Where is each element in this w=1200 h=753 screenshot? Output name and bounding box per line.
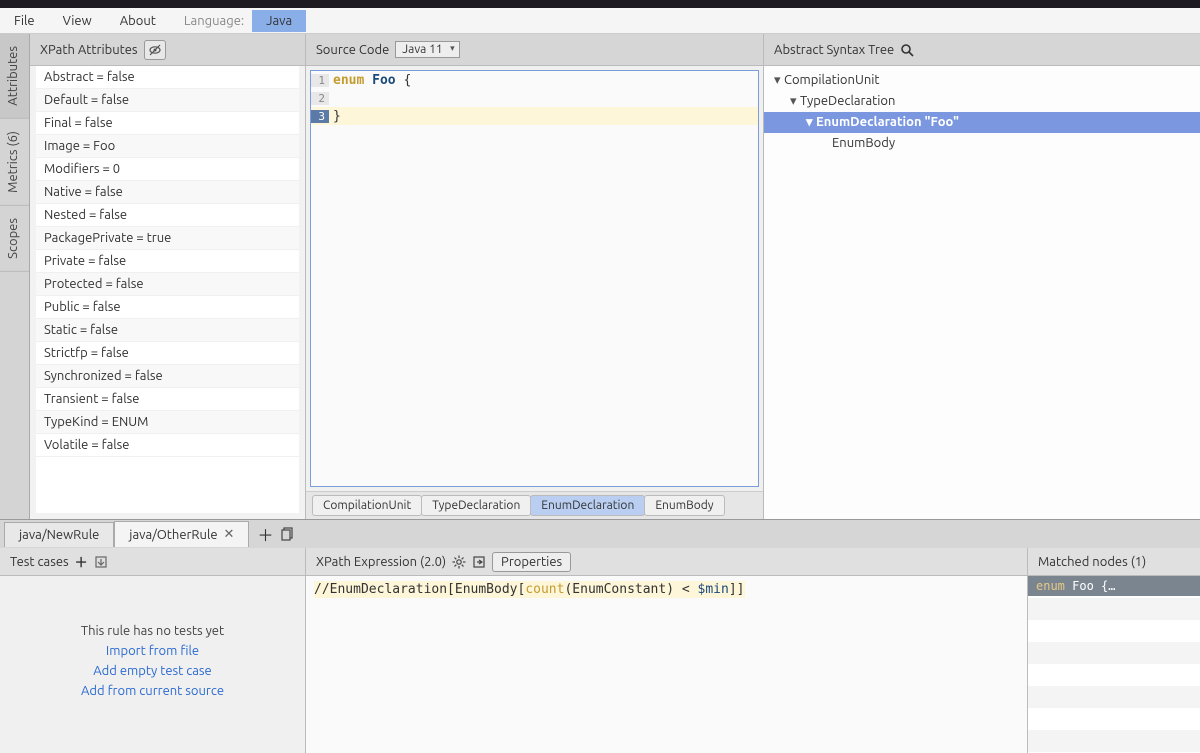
attr-row[interactable]: Nested = false xyxy=(36,204,299,227)
gear-icon[interactable] xyxy=(452,555,466,569)
vtab-metrics[interactable]: Metrics (6) xyxy=(0,119,29,206)
attr-row[interactable]: Image = Foo xyxy=(36,135,299,158)
breadcrumb: CompilationUnit TypeDeclaration EnumDecl… xyxy=(306,491,763,519)
rule-tab[interactable]: java/OtherRule ✕ xyxy=(114,521,249,547)
attr-row[interactable]: Protected = false xyxy=(36,273,299,296)
attr-row[interactable]: Default = false xyxy=(36,89,299,112)
language-selector[interactable]: Java xyxy=(252,10,306,32)
line-number: 2 xyxy=(311,92,329,105)
attr-row[interactable]: Transient = false xyxy=(36,388,299,411)
export-tests-icon[interactable] xyxy=(94,555,108,569)
rule-tabs: java/NewRule java/OtherRule ✕ ＋ xyxy=(0,520,1200,548)
breadcrumb-item[interactable]: TypeDeclaration xyxy=(421,495,531,516)
add-rule-button[interactable]: ＋ xyxy=(249,522,281,546)
ast-tree[interactable]: ▾CompilationUnit ▾TypeDeclaration ▾EnumD… xyxy=(764,66,1200,519)
import-from-file-link[interactable]: Import from file xyxy=(106,644,199,658)
attr-row[interactable]: TypeKind = ENUM xyxy=(36,411,299,434)
java-version-select[interactable]: Java 11 xyxy=(395,41,459,58)
matched-nodes-title: Matched nodes (1) xyxy=(1038,555,1146,569)
ast-node-selected[interactable]: ▾EnumDeclaration "Foo" xyxy=(764,112,1200,133)
attributes-list[interactable]: Abstract = false Default = false Final =… xyxy=(36,66,299,513)
test-cases-title: Test cases xyxy=(10,555,69,569)
menu-about[interactable]: About xyxy=(106,10,170,32)
breadcrumb-item[interactable]: EnumBody xyxy=(644,495,724,516)
menu-view[interactable]: View xyxy=(49,10,106,32)
xpath-expression-title: XPath Expression (2.0) xyxy=(316,555,446,569)
ast-node[interactable]: ▾TypeDeclaration xyxy=(764,91,1200,112)
ast-node[interactable]: ▾EnumBody xyxy=(764,133,1200,154)
left-vertical-tabs: Attributes Metrics (6) Scopes xyxy=(0,34,30,519)
code-token: enum xyxy=(333,73,364,88)
line-number: 1 xyxy=(311,74,329,87)
vtab-scopes[interactable]: Scopes xyxy=(0,206,29,272)
tests-body: This rule has no tests yet Import from f… xyxy=(0,576,305,753)
matched-node-row[interactable]: enum Foo {… xyxy=(1028,576,1200,596)
vtab-attributes[interactable]: Attributes xyxy=(0,34,29,119)
xpath-expression-editor[interactable]: //EnumDeclaration[EnumBody[count(EnumCon… xyxy=(306,576,1027,753)
tests-empty-message: This rule has no tests yet xyxy=(81,624,224,638)
language-label: Language: xyxy=(170,10,252,32)
menubar: File View About Language: Java xyxy=(0,8,1200,34)
breadcrumb-item[interactable]: CompilationUnit xyxy=(312,495,422,516)
code-token: { xyxy=(403,73,411,88)
close-tab-icon[interactable]: ✕ xyxy=(224,527,235,542)
eye-off-icon xyxy=(148,44,162,56)
code-token: Foo xyxy=(372,73,395,88)
breadcrumb-item[interactable]: EnumDeclaration xyxy=(530,495,645,516)
attr-row[interactable]: Synchronized = false xyxy=(36,365,299,388)
toggle-visibility-button[interactable] xyxy=(144,40,166,60)
attr-row[interactable]: Strictfp = false xyxy=(36,342,299,365)
add-test-icon[interactable]: ＋ xyxy=(75,552,88,571)
properties-button[interactable]: Properties xyxy=(492,552,571,572)
rule-tab[interactable]: java/NewRule xyxy=(4,522,114,547)
xpath-token: //EnumDeclaration[EnumBody[ xyxy=(314,582,525,597)
attr-row[interactable]: Native = false xyxy=(36,181,299,204)
add-from-source-link[interactable]: Add from current source xyxy=(81,684,224,698)
xpath-token: $min xyxy=(698,582,729,597)
attr-row[interactable]: Abstract = false xyxy=(36,66,299,89)
source-code-title: Source Code xyxy=(316,43,389,57)
code-token: } xyxy=(329,109,341,124)
add-empty-test-link[interactable]: Add empty test case xyxy=(93,664,211,678)
attr-row[interactable]: PackagePrivate = true xyxy=(36,227,299,250)
xpath-token: count xyxy=(525,582,564,597)
attr-row[interactable]: Private = false xyxy=(36,250,299,273)
attr-row[interactable]: Volatile = false xyxy=(36,434,299,457)
line-number: 3 xyxy=(311,110,329,123)
ast-title: Abstract Syntax Tree xyxy=(774,43,894,57)
source-code-editor[interactable]: 1 enum Foo { 2 3 } xyxy=(310,70,759,487)
attr-row[interactable]: Modifiers = 0 xyxy=(36,158,299,181)
xpath-token: (EnumConstant) < xyxy=(564,582,697,597)
window-titlebar xyxy=(0,0,1200,8)
matched-nodes-list[interactable]: enum Foo {… xyxy=(1028,576,1200,753)
copy-icon[interactable] xyxy=(281,527,295,541)
search-icon[interactable] xyxy=(900,43,914,57)
attr-row[interactable]: Public = false xyxy=(36,296,299,319)
attr-row[interactable]: Static = false xyxy=(36,319,299,342)
attr-row[interactable]: Final = false xyxy=(36,112,299,135)
xpath-token: ]] xyxy=(729,582,745,597)
xpath-attributes-title: XPath Attributes xyxy=(40,43,138,57)
export-expression-icon[interactable] xyxy=(472,555,486,569)
ast-node[interactable]: ▾CompilationUnit xyxy=(764,70,1200,91)
menu-file[interactable]: File xyxy=(0,10,49,32)
